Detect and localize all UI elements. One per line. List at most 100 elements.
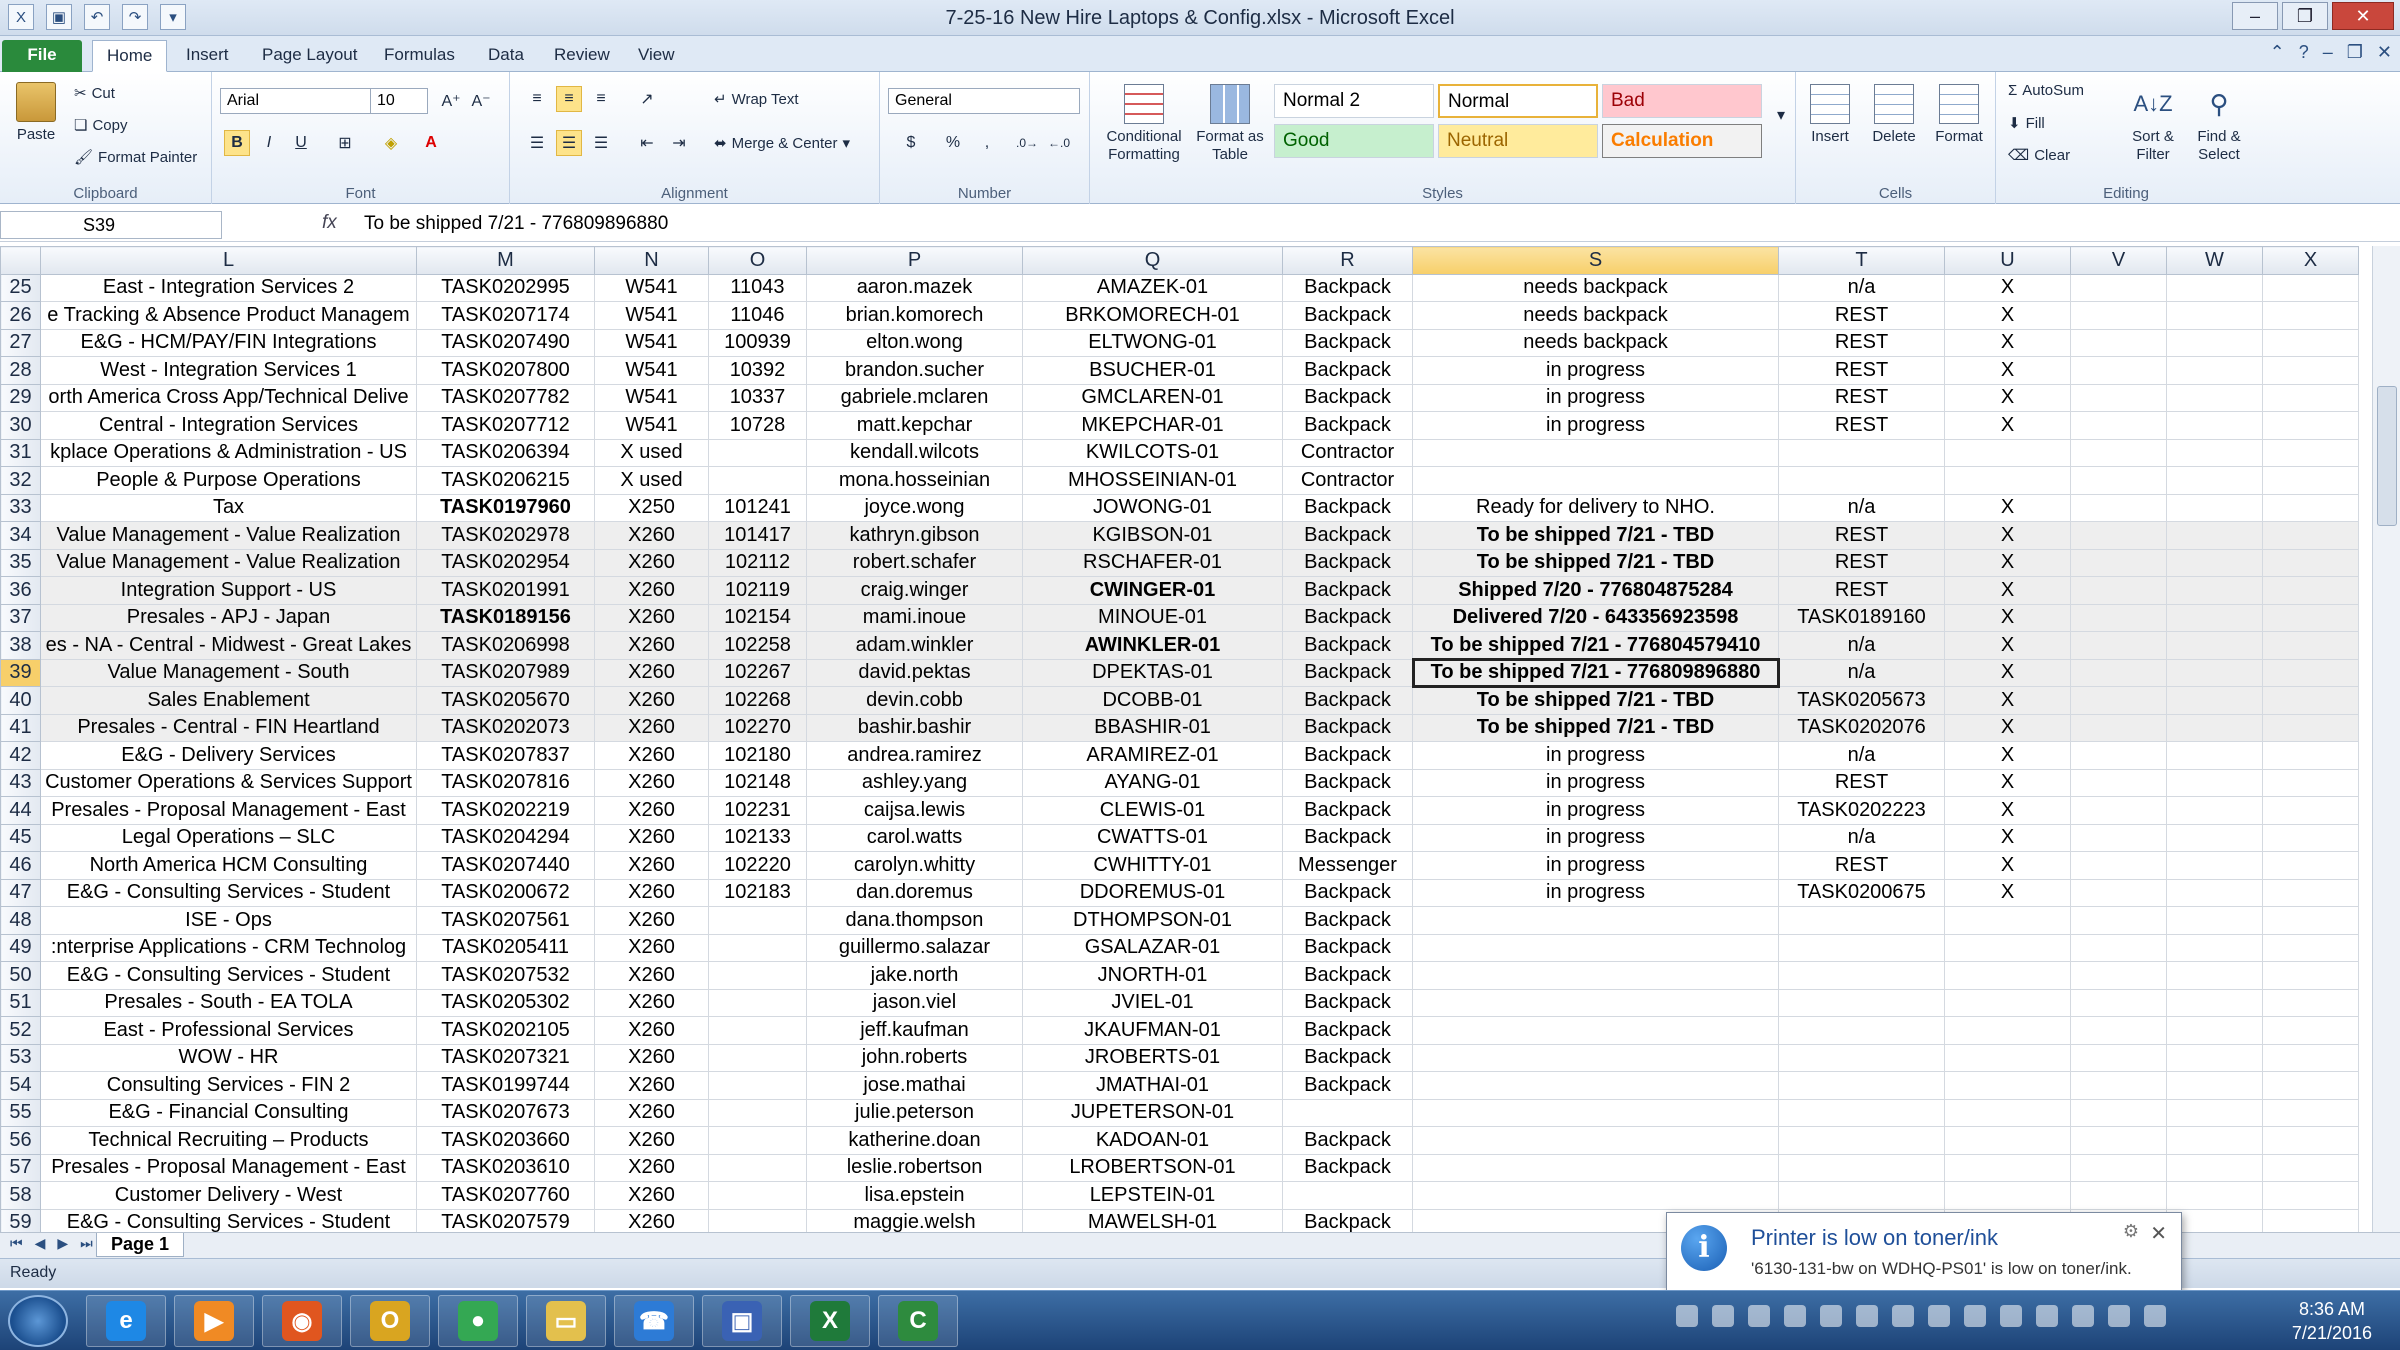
row-header[interactable]: 31 — [0, 438, 41, 467]
cell-s[interactable]: To be shipped 7/21 - TBD — [1412, 713, 1779, 742]
cell-n[interactable]: X260 — [594, 576, 709, 605]
cell-m[interactable]: TASK0207490 — [416, 328, 595, 357]
volume-icon[interactable] — [2144, 1305, 2166, 1327]
formula-content[interactable]: To be shipped 7/21 - 776809896880 — [364, 213, 668, 235]
cell-n[interactable]: X260 — [594, 686, 709, 715]
cell-x[interactable] — [2262, 356, 2359, 385]
cell-t[interactable] — [1778, 906, 1945, 935]
cell-p[interactable]: mona.hosseinian — [806, 466, 1023, 495]
column-header-n[interactable]: N — [594, 246, 709, 275]
cell-x[interactable] — [2262, 823, 2359, 852]
cell-p[interactable]: elton.wong — [806, 328, 1023, 357]
cell-t[interactable]: TASK0202076 — [1778, 713, 1945, 742]
cell-s[interactable] — [1412, 1181, 1779, 1210]
row-header[interactable]: 55 — [0, 1098, 41, 1127]
cut-button[interactable]: ✂ Cut — [74, 84, 115, 103]
tab-file[interactable]: File — [2, 40, 82, 72]
cell-p[interactable]: kathryn.gibson — [806, 521, 1023, 550]
column-header-r[interactable]: R — [1282, 246, 1413, 275]
cell-p[interactable]: lisa.epstein — [806, 1181, 1023, 1210]
cell-q[interactable]: JOWONG-01 — [1022, 493, 1283, 522]
scrollbar-thumb[interactable] — [2377, 386, 2397, 526]
last-sheet-icon[interactable]: ⏭ — [80, 1235, 93, 1252]
cell-w[interactable] — [2166, 988, 2263, 1017]
cell-r[interactable]: Backpack — [1282, 1071, 1413, 1100]
cell-m[interactable]: TASK0197960 — [416, 493, 595, 522]
cell-p[interactable]: maggie.welsh — [806, 1208, 1023, 1232]
cell-m[interactable]: TASK0199744 — [416, 1071, 595, 1100]
cell-s[interactable]: in progress — [1412, 768, 1779, 797]
cell-n[interactable]: X260 — [594, 741, 709, 770]
cell-o[interactable]: 102268 — [708, 686, 807, 715]
cell-o[interactable]: 101241 — [708, 493, 807, 522]
italic-button[interactable]: I — [256, 130, 282, 156]
cell-p[interactable]: jake.north — [806, 961, 1023, 990]
cell-s[interactable]: needs backpack — [1412, 328, 1779, 357]
cell-v[interactable] — [2070, 851, 2167, 880]
cell-p[interactable]: brandon.sucher — [806, 356, 1023, 385]
cell-v[interactable] — [2070, 521, 2167, 550]
cell-v[interactable] — [2070, 933, 2167, 962]
cell-x[interactable] — [2262, 1126, 2359, 1155]
cell-s[interactable] — [1412, 1016, 1779, 1045]
cell-w[interactable] — [2166, 686, 2263, 715]
cell-t[interactable]: REST — [1778, 768, 1945, 797]
cell-m[interactable]: TASK0189156 — [416, 603, 595, 632]
clock[interactable]: 8:36 AM 7/21/2016 — [2292, 1297, 2372, 1345]
format-button[interactable]: Format — [1928, 84, 1990, 146]
cell-r[interactable]: Backpack — [1282, 961, 1413, 990]
cell-n[interactable]: X260 — [594, 906, 709, 935]
tray-icon[interactable] — [1748, 1305, 1770, 1327]
cell-w[interactable] — [2166, 631, 2263, 660]
styles-more-icon[interactable]: ▾ — [1768, 102, 1794, 128]
cell-m[interactable]: TASK0205411 — [416, 933, 595, 962]
cell-q[interactable]: AMAZEK-01 — [1022, 273, 1283, 302]
cell-w[interactable] — [2166, 878, 2263, 907]
cell-l[interactable]: Presales - APJ - Japan — [40, 603, 417, 632]
cell-o[interactable] — [708, 1153, 807, 1182]
name-box[interactable]: S39 — [0, 211, 222, 239]
cell-s[interactable] — [1412, 961, 1779, 990]
cell-r[interactable]: Backpack — [1282, 686, 1413, 715]
cell-r[interactable]: Contractor — [1282, 466, 1413, 495]
cell-o[interactable]: 102180 — [708, 741, 807, 770]
spreadsheet-grid[interactable]: LMNOPQRSTUVWX 25 East - Integration Servi… — [0, 246, 2372, 1232]
copy-button[interactable]: ❏ Copy — [74, 116, 127, 135]
cell-m[interactable]: TASK0207816 — [416, 768, 595, 797]
cell-w[interactable] — [2166, 768, 2263, 797]
cell-r[interactable]: Contractor — [1282, 438, 1413, 467]
cell-l[interactable]: Consulting Services - FIN 2 — [40, 1071, 417, 1100]
cell-w[interactable] — [2166, 1071, 2263, 1100]
cell-v[interactable] — [2070, 631, 2167, 660]
align-top-icon[interactable]: ≡ — [524, 86, 550, 112]
cell-l[interactable]: Value Management - Value Realization — [40, 548, 417, 577]
cell-p[interactable]: ashley.yang — [806, 768, 1023, 797]
cell-r[interactable]: Backpack — [1282, 301, 1413, 330]
cell-n[interactable]: X260 — [594, 961, 709, 990]
cell-l[interactable]: Value Management - Value Realization — [40, 521, 417, 550]
cell-u[interactable]: X — [1944, 521, 2071, 550]
cell-n[interactable]: X260 — [594, 768, 709, 797]
cell-x[interactable] — [2262, 521, 2359, 550]
shrink-font-icon[interactable]: A⁻ — [468, 88, 494, 114]
cell-v[interactable] — [2070, 796, 2167, 825]
cell-q[interactable]: CWINGER-01 — [1022, 576, 1283, 605]
cell-u[interactable]: X — [1944, 411, 2071, 440]
cell-s[interactable]: To be shipped 7/21 - 776809896880 — [1411, 658, 1780, 688]
cell-u[interactable] — [1944, 961, 2071, 990]
cell-x[interactable] — [2262, 1208, 2359, 1232]
tab-view[interactable]: View — [624, 40, 689, 72]
cell-x[interactable] — [2262, 1016, 2359, 1045]
cell-o[interactable]: 102148 — [708, 768, 807, 797]
maximize-button[interactable]: ❐ — [2282, 2, 2328, 30]
cell-u[interactable]: X — [1944, 576, 2071, 605]
cell-u[interactable] — [1944, 1016, 2071, 1045]
cell-m[interactable]: TASK0203610 — [416, 1153, 595, 1182]
cell-n[interactable]: W541 — [594, 328, 709, 357]
row-header[interactable]: 49 — [0, 933, 41, 962]
cell-q[interactable]: BRKOMORECH-01 — [1022, 301, 1283, 330]
row-header[interactable]: 28 — [0, 356, 41, 385]
cell-w[interactable] — [2166, 1098, 2263, 1127]
cell-l[interactable]: East - Professional Services — [40, 1016, 417, 1045]
cell-s[interactable] — [1412, 466, 1779, 495]
